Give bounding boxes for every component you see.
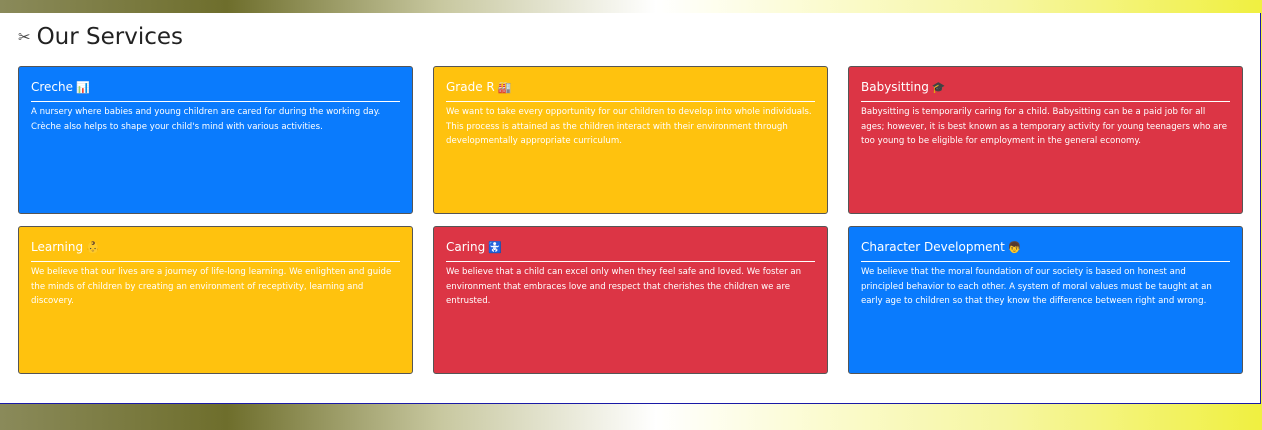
card-title-text: Grade R — [446, 80, 495, 94]
service-card-caring: Caring 🚼 We believe that a child can exce… — [433, 226, 828, 374]
service-card-creche: Creche 📊 A nursery where babies and young… — [18, 66, 413, 214]
chart-icon: 📊 — [76, 81, 90, 94]
card-title: Babysitting 🎓 — [861, 79, 1230, 102]
baby-icon: 👶 — [86, 241, 100, 254]
card-title: Character Development 👦 — [861, 239, 1230, 262]
tools-icon: ✂ — [18, 28, 31, 46]
page-title-text: Our Services — [36, 24, 184, 50]
service-card-learning: Learning 👶 We believe that our lives are … — [18, 226, 413, 374]
service-card-babysitting: Babysitting 🎓 Babysitting is temporarily … — [848, 66, 1243, 214]
graduation-cap-icon: 🎓 — [931, 81, 946, 94]
card-description: A nursery where babies and young childre… — [31, 107, 381, 132]
card-title-text: Babysitting — [861, 80, 929, 94]
page-title: ✂ Our Services — [18, 22, 183, 52]
service-card-grade-r: Grade R 🏭 We want to take every opportuni… — [433, 66, 828, 214]
service-card-character-development: Character Development 👦 We believe that t… — [848, 226, 1243, 374]
child-icon: 👦 — [1007, 241, 1022, 254]
card-description: We want to take every opportunity for ou… — [446, 107, 812, 147]
baby-symbol-icon: 🚼 — [488, 241, 502, 254]
card-description: We believe that the moral foundation of … — [861, 267, 1212, 307]
card-title: Caring 🚼 — [446, 239, 815, 262]
card-description: Babysitting is temporarily caring for a … — [861, 107, 1228, 147]
card-title-text: Learning — [31, 240, 84, 254]
card-title: Creche 📊 — [31, 79, 400, 102]
card-title: Grade R 🏭 — [446, 79, 815, 102]
card-title-text: Caring — [446, 240, 486, 254]
card-description: We believe that a child can excel only w… — [446, 267, 802, 307]
card-title: Learning 👶 — [31, 239, 400, 262]
building-icon: 🏭 — [497, 81, 512, 94]
card-title-text: Character Development — [861, 240, 1005, 254]
card-description: We believe that our lives are a journey … — [31, 267, 392, 307]
card-title-text: Creche — [31, 80, 74, 94]
